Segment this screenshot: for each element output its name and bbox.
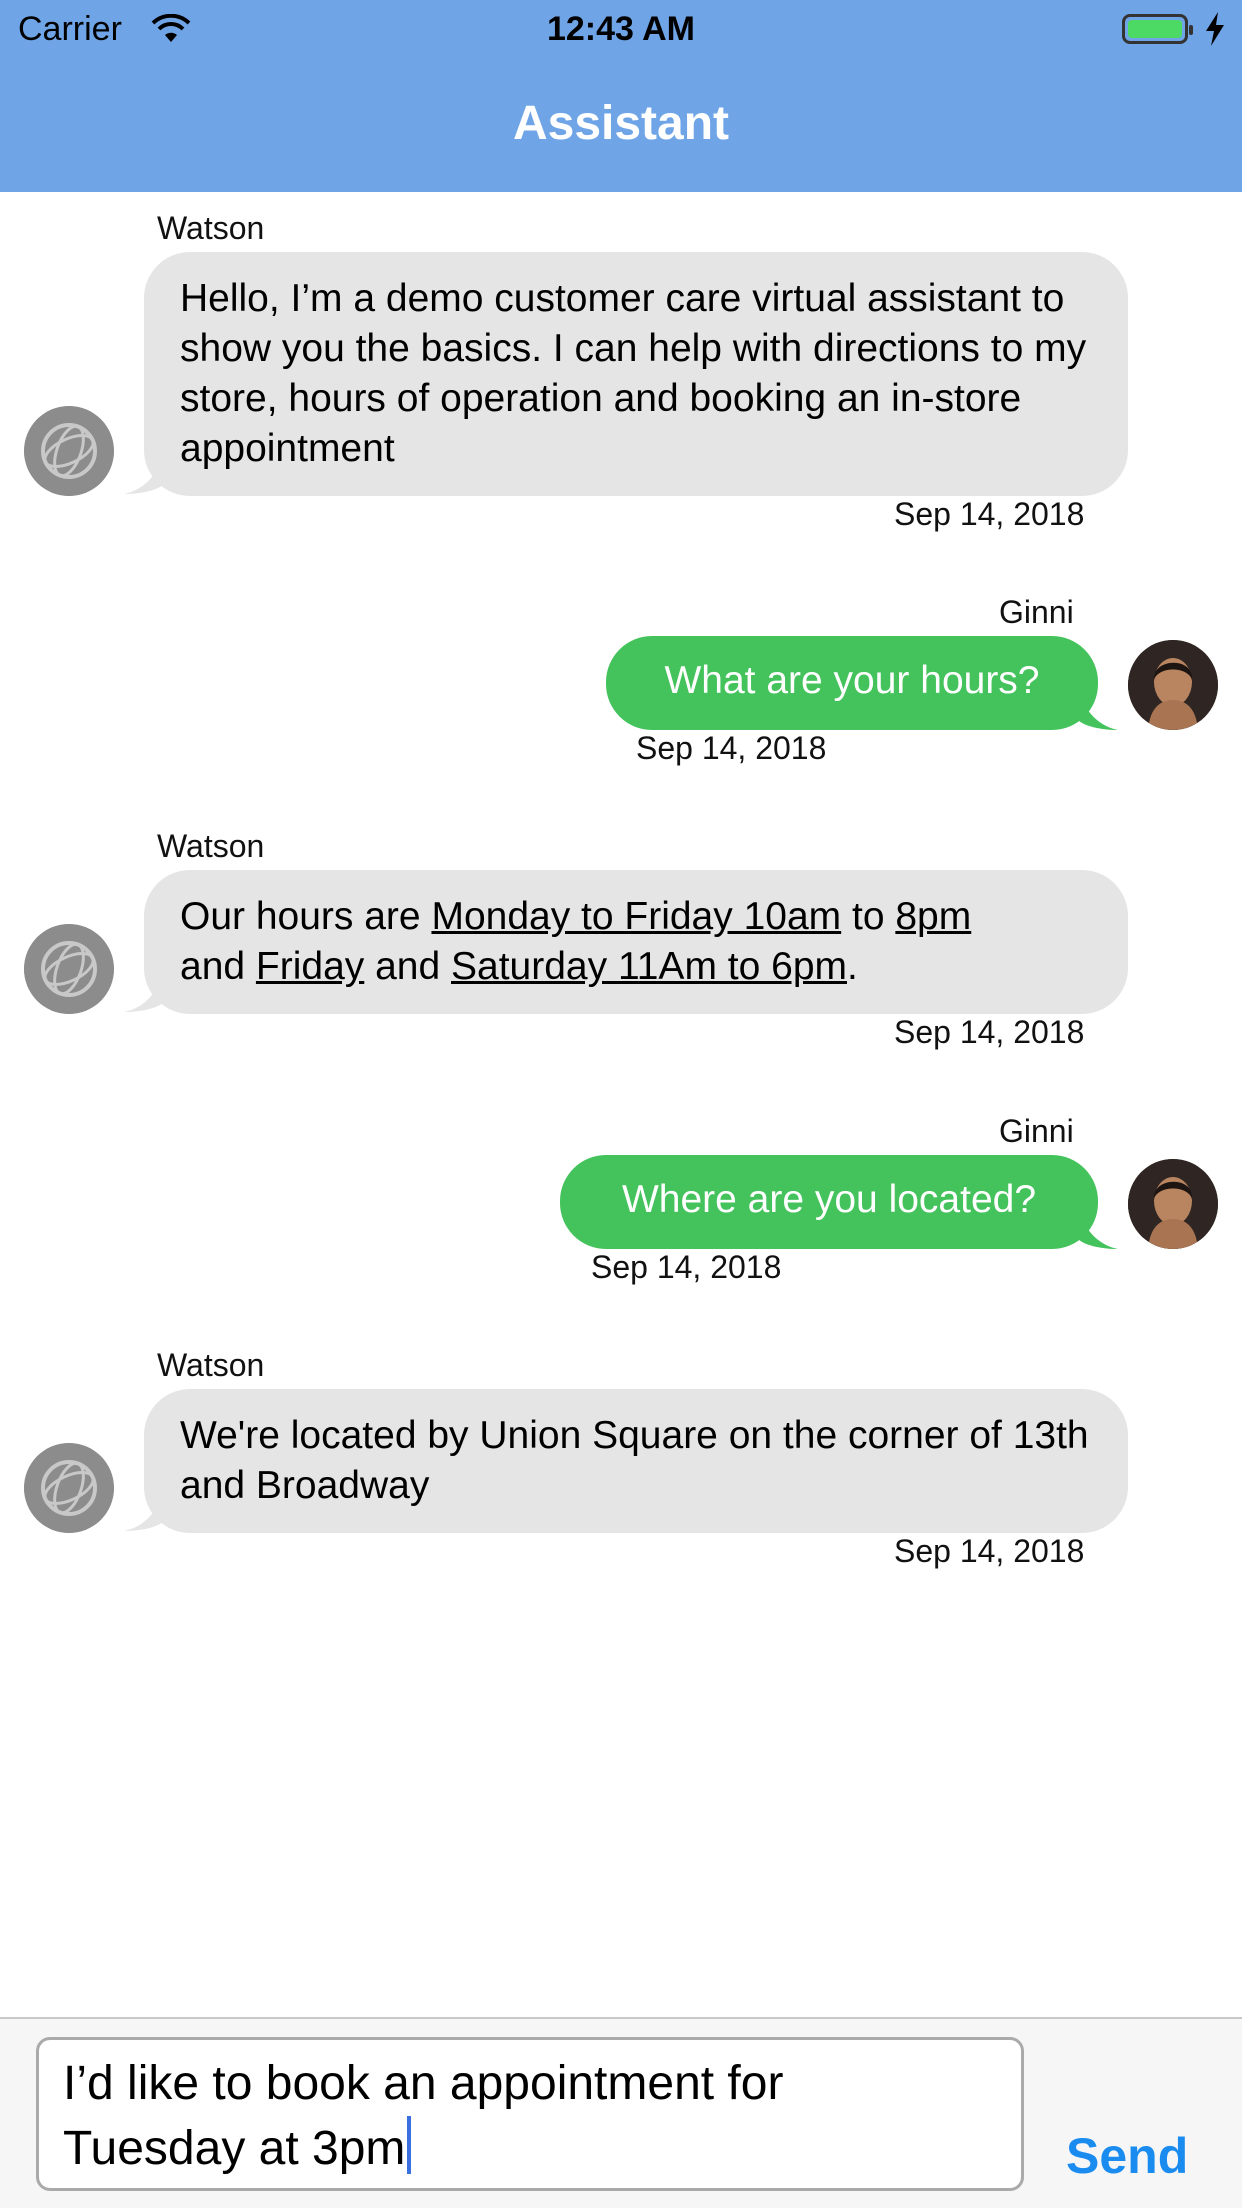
sender-name: Watson bbox=[157, 1347, 265, 1383]
input-line: I’d like to book an appointment for bbox=[63, 2057, 784, 2110]
message-bubble-outgoing: Where are you located? bbox=[560, 1155, 1098, 1249]
text-caret bbox=[407, 2116, 412, 2174]
globe-icon bbox=[24, 406, 114, 496]
hours-link[interactable]: Monday to Friday 10am bbox=[431, 895, 841, 938]
globe-icon bbox=[24, 1443, 114, 1533]
user-avatar[interactable] bbox=[1128, 1159, 1218, 1249]
message-bubble-incoming: We're located by Union Square on the cor… bbox=[144, 1389, 1128, 1533]
message-date: Sep 14, 2018 bbox=[591, 1249, 782, 1285]
hours-link[interactable]: Friday bbox=[256, 945, 364, 988]
message-text-part: to bbox=[841, 895, 896, 938]
watson-avatar[interactable] bbox=[24, 924, 114, 1014]
message-input[interactable]: I’d like to book an appointment for Tues… bbox=[36, 2037, 1024, 2191]
user-photo bbox=[1128, 640, 1218, 730]
message-text-part: . bbox=[847, 945, 858, 988]
message-date: Sep 14, 2018 bbox=[636, 730, 827, 766]
message-text: What are your hours? bbox=[664, 659, 1040, 702]
message-date: Sep 14, 2018 bbox=[894, 1533, 1085, 1569]
battery-icon bbox=[1122, 14, 1193, 44]
message-date: Sep 14, 2018 bbox=[894, 1014, 1085, 1050]
watson-avatar[interactable] bbox=[24, 406, 114, 496]
message-composer: I’d like to book an appointment for Tues… bbox=[0, 2017, 1242, 2208]
message-bubble-incoming: Hello, I’m a demo customer care virtual … bbox=[144, 252, 1128, 496]
message-text: Where are you located? bbox=[621, 1178, 1037, 1221]
message-text-part: and bbox=[180, 945, 256, 988]
message-bubble-outgoing: What are your hours? bbox=[606, 636, 1098, 730]
message-bubble-incoming: Our hours are Monday to Friday 10am to 8… bbox=[144, 870, 1128, 1014]
hours-link[interactable]: 8pm bbox=[895, 895, 971, 938]
status-bar: Carrier 12:43 AM bbox=[0, 0, 1242, 62]
input-line: Tuesday at 3pm bbox=[63, 2122, 406, 2175]
message-date: Sep 14, 2018 bbox=[894, 496, 1085, 532]
watson-avatar[interactable] bbox=[24, 1443, 114, 1533]
sender-name: Ginni bbox=[999, 1113, 1074, 1149]
user-avatar[interactable] bbox=[1128, 640, 1218, 730]
sender-name: Watson bbox=[157, 828, 265, 864]
message-text-part: Our hours are bbox=[180, 895, 432, 938]
top-bar: Carrier 12:43 AM Assistant bbox=[0, 0, 1242, 192]
globe-icon bbox=[24, 924, 114, 1014]
charging-bolt-icon bbox=[1206, 12, 1224, 46]
send-button[interactable]: Send bbox=[1066, 2127, 1188, 2185]
message-text-part: and bbox=[364, 945, 452, 988]
hours-link[interactable]: Saturday 11Am to 6pm bbox=[451, 945, 847, 988]
clock: 12:43 AM bbox=[546, 10, 696, 48]
message-text: We're located by Union Square on the cor… bbox=[180, 1414, 1089, 1507]
sender-name: Watson bbox=[157, 210, 265, 246]
page-title: Assistant bbox=[512, 97, 730, 150]
sender-name: Ginni bbox=[999, 594, 1074, 630]
message-text: Hello, I’m a demo customer care virtual … bbox=[180, 277, 1087, 470]
user-photo bbox=[1128, 1159, 1218, 1249]
